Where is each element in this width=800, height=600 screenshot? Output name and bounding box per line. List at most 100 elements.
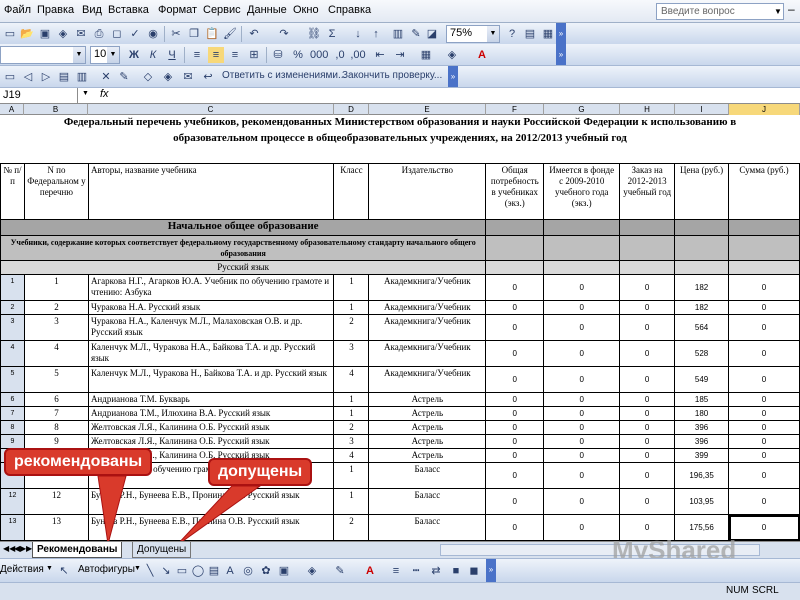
show-all-comments-icon[interactable]: ▥ <box>74 69 90 85</box>
menu-tools[interactable]: Сервис <box>203 4 241 16</box>
col-header-h[interactable]: H <box>620 104 675 115</box>
chevron-down-icon[interactable]: ▼ <box>46 565 53 572</box>
line-icon[interactable]: ╲ <box>142 563 158 579</box>
line-style-icon[interactable]: ≡ <box>388 563 404 579</box>
cell-author-title[interactable]: Чуракова Н.А., Каленчук М.Л., Малаховска… <box>87 314 335 341</box>
chevron-down-icon[interactable]: ▼ <box>487 26 499 42</box>
copy-icon[interactable]: ❐ <box>186 26 202 42</box>
cell-publisher[interactable]: Баласс <box>368 514 487 541</box>
cell-available[interactable]: 0 <box>543 314 621 341</box>
row-number[interactable]: 4 <box>0 340 25 367</box>
oval-icon[interactable]: ◯ <box>190 563 206 579</box>
shadow-icon[interactable]: ■ <box>448 563 464 579</box>
row-number[interactable]: 1 <box>0 274 25 301</box>
toolbar-options-icon[interactable]: » <box>486 559 496 582</box>
autosum-icon[interactable]: Σ <box>324 26 340 42</box>
font-name-combo[interactable]: ▼ <box>0 46 86 64</box>
cell-sum[interactable]: 0 <box>728 406 800 421</box>
autoshapes-menu[interactable]: Автофигуры <box>78 564 135 575</box>
cell-price[interactable]: 182 <box>674 300 730 315</box>
view-icon[interactable]: ▦ <box>540 26 556 42</box>
cell-grade[interactable]: 4 <box>333 448 370 463</box>
fill-color-icon[interactable]: ◈ <box>444 47 460 63</box>
cell-author-title[interactable]: Бунеев Р.Н., Бунеева Е.В., Пронина О.В. … <box>87 514 335 541</box>
cell-order[interactable]: 0 <box>619 340 676 367</box>
cell-need[interactable]: 0 <box>485 300 545 315</box>
col-header-g[interactable]: G <box>544 104 620 115</box>
percent-icon[interactable]: % <box>290 47 306 63</box>
fill-color-icon[interactable]: ◈ <box>304 563 320 579</box>
cell-publisher[interactable]: Астрель <box>368 406 487 421</box>
clipart-icon[interactable]: ✿ <box>258 563 274 579</box>
cell-price[interactable]: 564 <box>674 314 730 341</box>
name-box[interactable]: J19 <box>0 88 78 103</box>
cell-grade[interactable]: 4 <box>333 366 370 393</box>
cell-author-title[interactable]: Желтовская Л.Я., Калинина О.Б. Русский я… <box>87 420 335 435</box>
cell-sum[interactable]: 0 <box>728 514 800 541</box>
cell-fed-number[interactable]: 1 <box>23 274 89 301</box>
cell-publisher[interactable]: Баласс <box>368 462 487 489</box>
diagram-icon[interactable]: ◎ <box>240 563 256 579</box>
cut-icon[interactable]: ✂ <box>168 26 184 42</box>
cell-order[interactable]: 0 <box>619 274 676 301</box>
cell-grade[interactable]: 1 <box>333 462 370 489</box>
preview-icon[interactable]: ◻ <box>109 26 125 42</box>
cell-price[interactable]: 103,95 <box>674 488 730 515</box>
col-header-e[interactable]: E <box>369 104 486 115</box>
cell-order[interactable]: 0 <box>619 314 676 341</box>
cell-publisher[interactable]: Академкнига/Учебник <box>368 366 487 393</box>
cell-sum[interactable]: 0 <box>728 462 800 489</box>
cell-sum[interactable]: 0 <box>728 300 800 315</box>
table-row[interactable]: 8 8 Желтовская Л.Я., Калинина О.Б. Русский… <box>0 420 800 435</box>
cell-fed-number[interactable]: 6 <box>23 392 89 407</box>
track-icon[interactable]: ◇ <box>140 69 156 85</box>
menu-edit[interactable]: Правка <box>37 4 74 16</box>
sort-desc-icon[interactable]: ↑ <box>368 26 384 42</box>
cell-grade[interactable]: 1 <box>333 488 370 515</box>
cell-need[interactable]: 0 <box>485 514 545 541</box>
table-row[interactable]: 1 1 Агаркова Н.Г., Агарков Ю.А. Учебник по… <box>0 274 800 301</box>
cell-price[interactable]: 196,35 <box>674 462 730 489</box>
cell-need[interactable]: 0 <box>485 434 545 449</box>
cell-fed-number[interactable]: 7 <box>23 406 89 421</box>
cell-available[interactable]: 0 <box>543 340 621 367</box>
cell-publisher[interactable]: Астрель <box>368 448 487 463</box>
cell-available[interactable]: 0 <box>543 420 621 435</box>
tab-recommended[interactable]: Рекомендованы <box>32 542 123 558</box>
cell-grade[interactable]: 1 <box>333 392 370 407</box>
underline-icon[interactable]: Ч <box>164 47 180 63</box>
chart-wizard-icon[interactable]: ▥ <box>390 26 406 42</box>
cell-need[interactable]: 0 <box>485 314 545 341</box>
align-right-icon[interactable]: ≡ <box>227 47 243 63</box>
cell-price[interactable]: 185 <box>674 392 730 407</box>
cell-order[interactable]: 0 <box>619 420 676 435</box>
col-header-f[interactable]: F <box>486 104 544 115</box>
cell-author-title[interactable]: Каленчук М.Л., Чуракова Н.А., Байкова Т.… <box>87 340 335 367</box>
font-color-icon[interactable]: A <box>474 47 490 63</box>
cell-available[interactable]: 0 <box>543 274 621 301</box>
cell-fed-number[interactable]: 9 <box>23 434 89 449</box>
cell-fed-number[interactable]: 12 <box>23 488 89 515</box>
cell-sum[interactable]: 0 <box>728 314 800 341</box>
cell-grade[interactable]: 1 <box>333 300 370 315</box>
cell-price[interactable]: 182 <box>674 274 730 301</box>
cell-available[interactable]: 0 <box>543 448 621 463</box>
cell-need[interactable]: 0 <box>485 274 545 301</box>
cell-available[interactable]: 0 <box>543 392 621 407</box>
help-question-input[interactable]: Введите вопрос <box>656 3 784 20</box>
toolbar-options-icon[interactable]: » <box>556 23 566 44</box>
cell-sum[interactable]: 0 <box>728 448 800 463</box>
next-comment-icon[interactable]: ▷ <box>38 69 54 85</box>
cell-sum[interactable]: 0 <box>728 366 800 393</box>
new-icon[interactable]: ▭ <box>2 26 18 42</box>
comma-style-icon[interactable]: 000 <box>310 47 328 63</box>
delete-comment-icon[interactable]: ✕ <box>98 69 114 85</box>
cell-need[interactable]: 0 <box>485 462 545 489</box>
cell-sum[interactable]: 0 <box>728 340 800 367</box>
cell-author-title[interactable]: Бунеев Р.Н., Бунеева Е.В., Пронина О.В. … <box>87 488 335 515</box>
line-color-icon[interactable]: ✎ <box>332 563 348 579</box>
cell-order[interactable]: 0 <box>619 448 676 463</box>
draw-actions-menu[interactable]: Действия <box>0 564 44 575</box>
cell-grade[interactable]: 1 <box>333 406 370 421</box>
table-row[interactable]: 7 7 Андрианова Т.М., Илюхина В.А. Русский … <box>0 406 800 421</box>
